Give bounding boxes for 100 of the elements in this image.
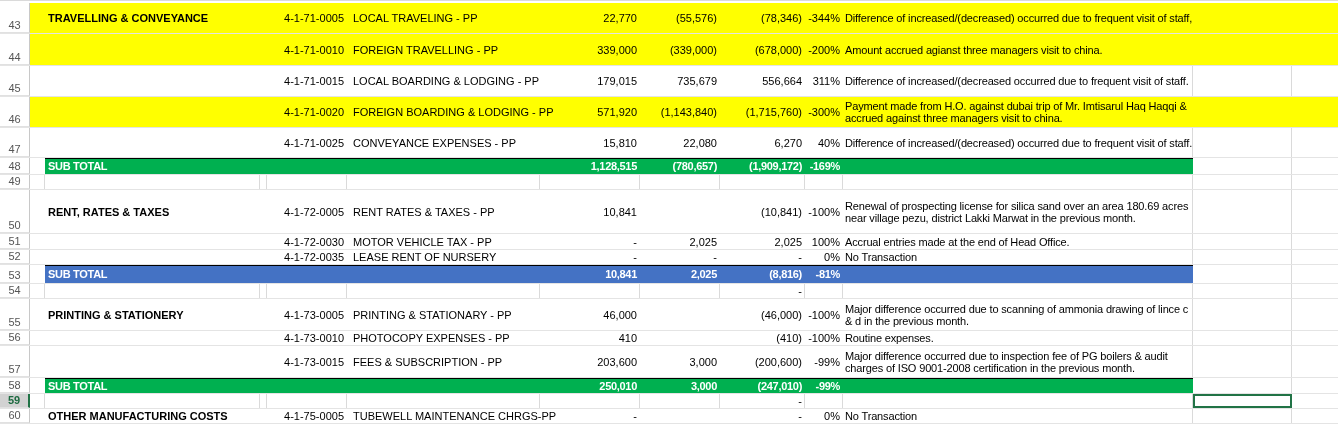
account-code: 4-1-72-0005 [284, 205, 344, 218]
account-code: 4-1-73-0015 [284, 355, 344, 368]
percent-cell: 40% [817, 136, 840, 149]
amount-cell: (780,657) [672, 160, 717, 172]
amount-cell: (10,841) [761, 205, 802, 218]
amount-cell: 3,000 [690, 379, 717, 392]
amount-cell: - [798, 285, 802, 297]
remark-text: Major difference occurred due to inspection fee of PG boilers & audit charges of ISO 9001-2008 certification in the previous month. [845, 349, 1169, 374]
amount-cell: 410 [618, 332, 637, 344]
account-code: 4-1-71-0005 [284, 12, 344, 24]
amount-cell: 2,025 [774, 235, 802, 248]
amount-cell: (1,715,760) [745, 106, 802, 118]
percent-cell: 100% [811, 235, 840, 248]
row-number[interactable]: 48 [0, 158, 30, 174]
amount-cell: (678,000) [754, 43, 802, 56]
row-number[interactable]: 49 [0, 175, 30, 189]
row-number[interactable]: 52 [0, 250, 30, 264]
row-number[interactable]: 50 [0, 190, 30, 233]
amount-cell: 22,770 [603, 12, 637, 24]
row-number[interactable]: 47 [0, 128, 30, 157]
account-code: 4-1-71-0015 [284, 75, 344, 87]
remark-text: Amount accrued agianst three managers visit to china. [845, 43, 1103, 56]
account-name: LEASE RENT OF NURSERY [353, 251, 497, 263]
amount-cell: 6,270 [774, 136, 802, 149]
account-code: 4-1-72-0030 [284, 235, 344, 248]
row-number[interactable]: 57 [0, 346, 30, 377]
amount-cell: (1,909,172) [749, 160, 802, 172]
amount-cell: (339,000) [669, 43, 717, 56]
percent-cell: -344% [808, 12, 840, 24]
subtotal-label: SUB TOTAL [48, 379, 108, 392]
account-name: LOCAL BOARDING & LODGING - PP [353, 75, 540, 87]
amount-cell: 2,025 [689, 235, 717, 248]
amount-cell: 571,920 [597, 106, 637, 118]
amount-cell: 15,810 [603, 136, 637, 149]
percent-cell: 311% [812, 75, 840, 87]
remark-text: Difference of increased/(decreased) occurred due to frequent visit of staff. [845, 136, 1193, 149]
amount-cell: 10,841 [603, 205, 637, 218]
amount-cell: (8,816) [769, 268, 802, 280]
account-name: FEES & SUBSCRIPTION - PP [353, 355, 503, 368]
account-code: 4-1-71-0020 [284, 106, 344, 118]
amount-cell: (46,000) [761, 308, 802, 321]
amount-cell: 10,841 [605, 268, 637, 280]
category-label: RENT, RATES & TAXES [48, 205, 170, 218]
account-name: PRINTING & STATIONARY - PP [353, 308, 512, 321]
percent-cell: -169% [809, 160, 840, 172]
account-name: TUBEWELL MAINTENANCE CHRGS-PP [353, 410, 557, 422]
remark-text: Renewal of prospecting license for silica sand over an area 180.69 acres near village pezu, district Lakki Marwat in the previous month. [845, 199, 1190, 224]
account-code: 4-1-71-0025 [284, 136, 344, 149]
percent-cell: -300% [808, 106, 840, 118]
row-number[interactable]: 46 [0, 97, 30, 127]
remark-text: Difference of increased/(decreased) occurred due to frequent visit of staff, [845, 12, 1193, 24]
remark-text: Routine expenses. [845, 332, 934, 344]
amount-cell: 556,664 [762, 75, 802, 87]
amount-cell: 1,128,515 [590, 160, 637, 172]
remark-text: Difference of increased/(decreased occurred due to frequent visit of staff. [845, 75, 1189, 87]
selected-cell[interactable] [1193, 394, 1292, 408]
row-number[interactable]: 51 [0, 234, 30, 249]
subtotal-label: SUB TOTAL [48, 268, 108, 280]
account-name: LOCAL TRAVELING - PP [353, 12, 478, 24]
row-number[interactable]: 53 [0, 265, 30, 283]
row-number[interactable]: 59 [0, 394, 30, 408]
remark-text: Accrual entries made at the end of Head Office. [845, 235, 1070, 248]
amount-cell: (78,346) [761, 12, 802, 24]
row-number[interactable]: 55 [0, 299, 30, 330]
row-number[interactable]: 44 [0, 34, 30, 65]
percent-cell: -99% [815, 379, 840, 392]
category-label: TRAVELLING & CONVEYANCE [48, 12, 209, 24]
amount-cell: 46,000 [603, 308, 637, 321]
percent-cell: -200% [808, 43, 840, 56]
percent-cell: -99% [814, 355, 840, 368]
percent-cell: -100% [808, 332, 840, 344]
row-number[interactable]: 56 [0, 331, 30, 345]
remark-text: Major difference occurred due to scanning of ammonia drawing of lince c & d in the previous month. [845, 302, 1190, 327]
account-name: CONVEYANCE EXPENSES - PP [353, 136, 516, 149]
account-code: 4-1-71-0010 [284, 43, 344, 56]
amount-cell: 203,600 [597, 355, 637, 368]
amount-cell: - [633, 251, 637, 263]
account-code: 4-1-73-0005 [284, 308, 344, 321]
amount-cell: (247,010) [757, 379, 802, 392]
row-number[interactable]: 54 [0, 284, 30, 298]
percent-cell: -100% [808, 308, 840, 321]
account-code: 4-1-73-0010 [284, 332, 344, 344]
subtotal-label: SUB TOTAL [48, 160, 108, 172]
account-code: 4-1-75-0005 [284, 410, 344, 422]
remark-text: No Transaction [845, 251, 917, 263]
amount-cell: (55,576) [676, 12, 717, 24]
amount-cell: - [798, 251, 802, 263]
row-number[interactable]: 58 [0, 378, 30, 393]
remark-text: Payment made from H.O. against dubai trip of Mr. Imtisarul Haq Haqqi & accrued against three managers visit to china. [845, 100, 1188, 124]
category-label: PRINTING & STATIONERY [48, 308, 184, 321]
account-code: 4-1-72-0035 [284, 251, 344, 263]
row-number[interactable]: 43 [0, 3, 30, 33]
remark-text: No Transaction [845, 410, 917, 422]
account-name: RENT RATES & TAXES - PP [353, 205, 495, 218]
percent-cell: -81% [815, 268, 840, 280]
row-number[interactable]: 60 [0, 409, 30, 423]
amount-cell: - [798, 395, 802, 407]
amount-cell: - [633, 410, 637, 422]
row-number[interactable]: 45 [0, 66, 30, 96]
amount-cell: 735,679 [677, 75, 717, 87]
